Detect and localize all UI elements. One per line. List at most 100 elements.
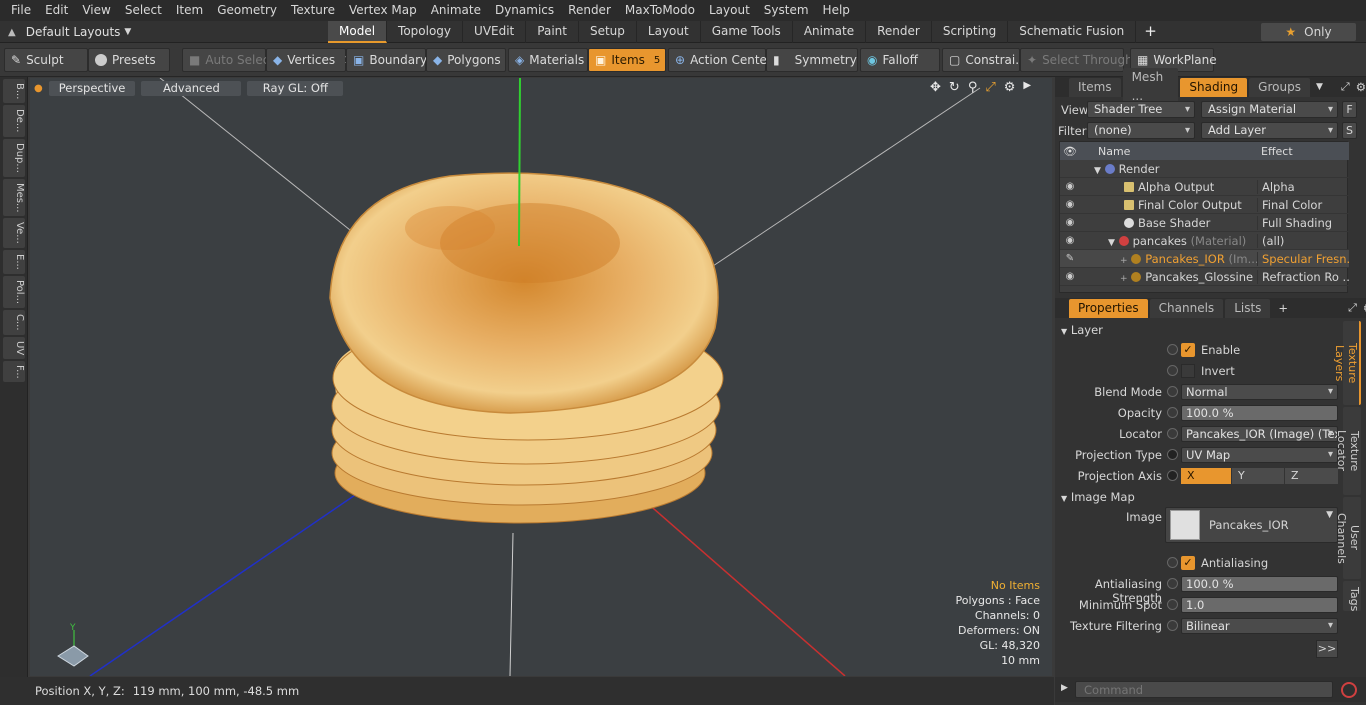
command-arrow-icon[interactable]: ▶ [1061, 683, 1068, 693]
strip-tab-mesh[interactable]: Mes... [3, 178, 25, 217]
shader-row-pancakes-ior[interactable]: ✎ + Pancakes_IOR (Im... Specular Fresn..… [1060, 250, 1349, 268]
raygl-toggle[interactable]: Ray GL: Off [247, 80, 344, 96]
opacity-radio[interactable] [1167, 407, 1178, 418]
min-spot-radio[interactable] [1167, 599, 1178, 610]
projection-type-dropdown[interactable]: UV Map [1181, 447, 1338, 463]
materials-button[interactable]: ◈ Materials [508, 48, 588, 72]
tab-properties[interactable]: Properties [1069, 298, 1148, 318]
f-button[interactable]: F [1342, 101, 1357, 118]
side-tab-texture-locator[interactable]: Texture Locator [1335, 407, 1361, 495]
shader-row-render[interactable]: ▼ Render [1060, 160, 1349, 178]
menu-select[interactable]: Select [118, 0, 169, 21]
menu-geometry[interactable]: Geometry [210, 0, 284, 21]
eye-icon[interactable]: ◉ [1060, 271, 1080, 282]
layer-section-header[interactable]: ▼ Layer [1061, 323, 1103, 337]
tab-items[interactable]: Items [1069, 77, 1121, 97]
tabs-dropdown-icon[interactable]: ▼ [1316, 82, 1323, 92]
invert-radio[interactable] [1167, 365, 1178, 376]
strip-tab-uv[interactable]: UV [3, 336, 25, 359]
strip-tab-vertex[interactable]: Ve... [3, 218, 25, 249]
auto-select-button[interactable]: ■ Auto Select [182, 48, 274, 72]
strip-tab-edge[interactable]: E... [3, 250, 25, 274]
blend-mode-radio[interactable] [1167, 386, 1178, 397]
projection-type-radio[interactable] [1167, 449, 1178, 460]
axis-z-button[interactable]: Z [1285, 468, 1338, 484]
collapse-arrow-icon[interactable]: ▼ [1108, 238, 1115, 248]
viewport-menu-dot-icon[interactable]: ● [34, 83, 43, 94]
menu-layout[interactable]: Layout [702, 0, 757, 21]
strip-tab-deform[interactable]: De... [3, 105, 25, 137]
menu-view[interactable]: View [75, 0, 117, 21]
add-tab-icon[interactable]: + [1278, 301, 1288, 315]
expand-icon[interactable]: + [1120, 256, 1128, 266]
symmetry-button[interactable]: ▮ Symmetry [766, 48, 858, 72]
strip-tab-basic[interactable]: B... [3, 79, 25, 104]
pancake-stack-model[interactable] [329, 172, 724, 524]
perspective-dropdown[interactable]: Perspective [48, 80, 136, 96]
command-input[interactable] [1075, 681, 1333, 698]
aa-strength-radio[interactable] [1167, 578, 1178, 589]
eye-icon[interactable]: ◉ [1060, 235, 1080, 246]
3d-viewport[interactable]: Y ● Perspective Advanced Ray GL: Off ✥ ↻… [30, 78, 1052, 676]
invert-checkbox[interactable] [1181, 364, 1195, 378]
row-effect-dropdown[interactable]: Full Shading [1257, 215, 1349, 230]
menu-system[interactable]: System [757, 0, 816, 21]
image-map-section-header[interactable]: ▼ Image Map [1061, 490, 1135, 504]
shader-row-alpha-output[interactable]: ◉ Alpha Output Alpha [1060, 178, 1349, 196]
strip-tab-duplicate[interactable]: Dup... [3, 138, 25, 177]
strip-tab-polygon[interactable]: Pol... [3, 275, 25, 308]
record-icon[interactable] [1341, 682, 1357, 698]
strip-tab-curve[interactable]: C... [3, 309, 25, 335]
tab-schematic-fusion[interactable]: Schematic Fusion [1008, 21, 1137, 43]
locator-dropdown[interactable]: Pancakes_IOR (Image) (Text ... [1181, 426, 1338, 442]
maximize-panel-icon[interactable]: ⤢ [1341, 80, 1350, 94]
only-button[interactable]: ★ Only [1261, 23, 1356, 41]
tab-topology[interactable]: Topology [387, 21, 464, 43]
strip-tab-fusion[interactable]: F... [3, 360, 25, 383]
menu-dynamics[interactable]: Dynamics [488, 0, 561, 21]
s-button[interactable]: S [1342, 122, 1357, 139]
side-tab-user-channels[interactable]: User Channels [1335, 497, 1361, 579]
view-dropdown[interactable]: Shader Tree [1087, 101, 1195, 118]
move-view-icon[interactable]: ✥ [930, 80, 941, 95]
tab-lists[interactable]: Lists [1225, 298, 1271, 318]
projection-axis-radio[interactable] [1167, 470, 1178, 481]
vertices-button[interactable]: ◆ Vertices 1 [266, 48, 350, 72]
axis-y-button[interactable]: Y [1232, 468, 1284, 484]
menu-animate[interactable]: Animate [424, 0, 488, 21]
column-effect[interactable]: Effect [1257, 145, 1347, 158]
tab-render[interactable]: Render [866, 21, 932, 43]
menu-texture[interactable]: Texture [284, 0, 342, 21]
menu-file[interactable]: File [4, 0, 38, 21]
constraints-button[interactable]: ▢ Constrai... [942, 48, 1027, 72]
add-layer-dropdown[interactable]: Add Layer [1201, 122, 1338, 139]
eye-icon[interactable]: ◉ [1060, 217, 1080, 228]
opacity-slider[interactable]: 100.0 % [1181, 405, 1338, 421]
layout-selector[interactable]: ▲ Default Layouts ▼ [0, 21, 131, 43]
rotate-view-icon[interactable]: ↻ [949, 80, 960, 95]
menu-help[interactable]: Help [816, 0, 857, 21]
image-selector[interactable]: Pancakes_IOR ▼ [1165, 507, 1338, 543]
side-tab-texture-layers[interactable]: Texture Layers [1333, 321, 1361, 405]
filter-dropdown[interactable]: (none) [1087, 122, 1195, 139]
texture-filtering-dropdown[interactable]: Bilinear [1181, 618, 1338, 634]
axis-x-button[interactable]: X [1181, 468, 1231, 484]
tab-model[interactable]: Model [328, 21, 388, 43]
maximize-panel-icon[interactable]: ⤢ [1348, 301, 1357, 315]
maximize-view-icon[interactable]: ⤢ [985, 80, 995, 95]
texture-filtering-radio[interactable] [1167, 620, 1178, 631]
side-tab-tags[interactable]: Tags [1343, 581, 1361, 611]
polygons-button[interactable]: ◆ Polygons [426, 48, 506, 72]
tab-paint[interactable]: Paint [526, 21, 579, 43]
row-effect[interactable]: Refraction Ro ... [1257, 269, 1349, 284]
tab-uvedit[interactable]: UVEdit [463, 21, 527, 43]
advanced-dropdown[interactable]: Advanced [141, 80, 242, 96]
tab-layout[interactable]: Layout [637, 21, 701, 43]
collapse-arrow-icon[interactable]: ▼ [1094, 166, 1101, 176]
eye-icon[interactable]: ◉ [1060, 181, 1080, 192]
add-tab-icon[interactable]: + [1136, 21, 1165, 43]
antialiasing-checkbox[interactable]: ✓ [1181, 556, 1195, 570]
select-through-button[interactable]: ✦ Select Through [1020, 48, 1133, 72]
shader-row-pancakes-material[interactable]: ◉ ▼ pancakes (Material) (all) [1060, 232, 1349, 250]
tab-groups[interactable]: Groups [1249, 77, 1310, 97]
